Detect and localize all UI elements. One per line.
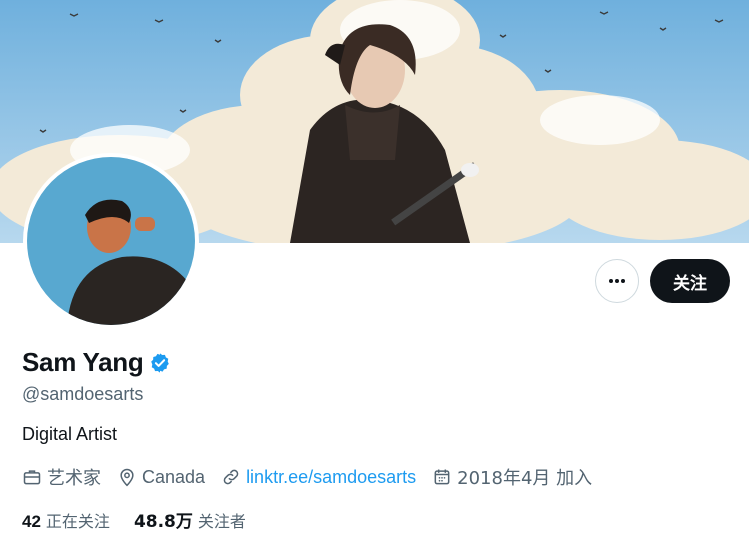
meta-location-label: Canada (142, 466, 206, 487)
profile-name-row: Sam Yang (22, 347, 171, 378)
following-count: 42 (22, 511, 41, 531)
following-label: 正在关注 (45, 511, 110, 531)
meta-joined: 2018年4月 加入 (432, 464, 592, 490)
location-pin-icon (120, 468, 134, 487)
profile-link[interactable]: linktr.ee/samdoesarts (246, 467, 416, 488)
profile-bio: Digital Artist (22, 424, 118, 444)
following-stat[interactable]: 42 正在关注 (22, 508, 110, 532)
meta-link[interactable]: linktr.ee/samdoesarts (221, 467, 416, 488)
more-horizontal-icon (609, 279, 625, 283)
followers-count: 48.8万 (133, 512, 193, 532)
profile-avatar[interactable] (23, 153, 199, 329)
avatar-image (27, 157, 195, 325)
profile-handle: @samdoesarts (22, 384, 144, 404)
followers-stat[interactable]: 48.8万 关注者 (134, 507, 246, 532)
verified-badge-icon[interactable] (149, 352, 171, 374)
link-icon (223, 469, 239, 485)
briefcase-icon (23, 470, 41, 485)
calendar-icon (434, 469, 450, 485)
meta-category: 艺术家 (22, 464, 101, 490)
more-options-button[interactable] (595, 259, 639, 303)
meta-location: Canada (117, 467, 205, 488)
profile-meta: 艺术家 Canada linktr.ee/samdoesarts 2018年4月… (22, 464, 608, 490)
profile-name: Sam Yang (22, 347, 144, 377)
meta-joined-label: 2018年4月 加入 (457, 468, 593, 489)
follow-button[interactable]: 关注 (650, 259, 730, 303)
followers-label: 关注者 (197, 512, 246, 531)
meta-category-label: 艺术家 (47, 468, 101, 489)
follow-stats: 42 正在关注 48.8万 关注者 (22, 507, 270, 533)
